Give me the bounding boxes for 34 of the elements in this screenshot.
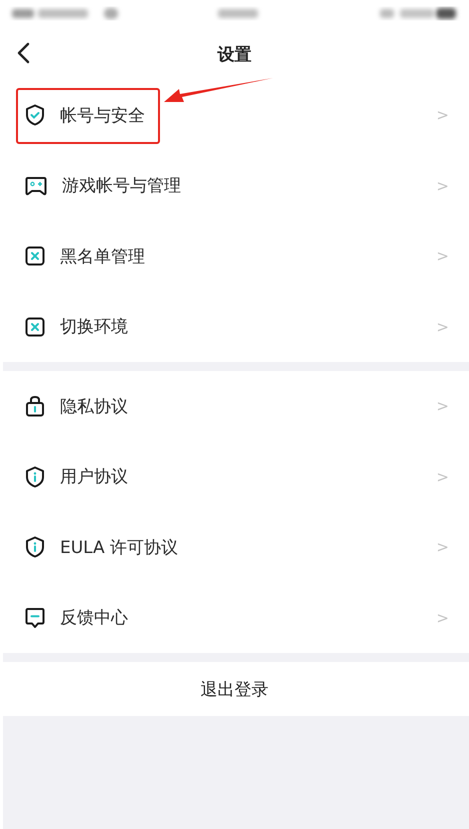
settings-item[interactable]: 帐号与安全 > — [0, 80, 469, 150]
gamepad-icon — [25, 176, 47, 196]
chevron: > — [436, 538, 449, 556]
back-icon[interactable] — [16, 42, 30, 64]
settings-item[interactable]: EULA 许可协议 > — [0, 512, 469, 582]
cross-square-icon — [25, 316, 45, 337]
item-label: 用户协议 — [60, 466, 129, 488]
chevron: > — [436, 318, 449, 336]
page-title: 设置 — [218, 44, 252, 66]
settings-item[interactable]: 隐私协议 > — [0, 371, 469, 442]
shield-info-icon — [25, 536, 45, 558]
settings-item[interactable]: 黑名单管理 > — [0, 221, 469, 292]
settings-item[interactable]: 用户协议 > — [0, 442, 469, 512]
settings-item[interactable]: 游戏帐号与管理 > — [0, 150, 469, 221]
shield-check-icon — [25, 104, 45, 126]
item-label: 游戏帐号与管理 — [62, 175, 182, 198]
message-icon — [25, 606, 45, 629]
lock-icon — [25, 395, 45, 418]
cross-square-icon — [25, 246, 45, 266]
chevron: > — [436, 106, 449, 124]
settings-item[interactable]: 切换环境 > — [0, 292, 469, 362]
chevron: > — [436, 247, 449, 266]
chevron: > — [436, 176, 449, 195]
item-label: 黑名单管理 — [60, 246, 146, 268]
item-label: 帐号与安全 — [60, 104, 146, 127]
item-label: 切换环境 — [60, 316, 129, 338]
shield-info-icon — [25, 466, 45, 488]
chevron: > — [436, 468, 449, 486]
item-label: EULA 许可协议 — [60, 536, 180, 559]
settings-item[interactable]: 反馈中心 > — [0, 582, 469, 653]
item-label: 隐私协议 — [60, 396, 129, 418]
chevron: > — [436, 397, 449, 416]
chevron: > — [436, 608, 449, 627]
item-label: 反馈中心 — [60, 607, 129, 630]
